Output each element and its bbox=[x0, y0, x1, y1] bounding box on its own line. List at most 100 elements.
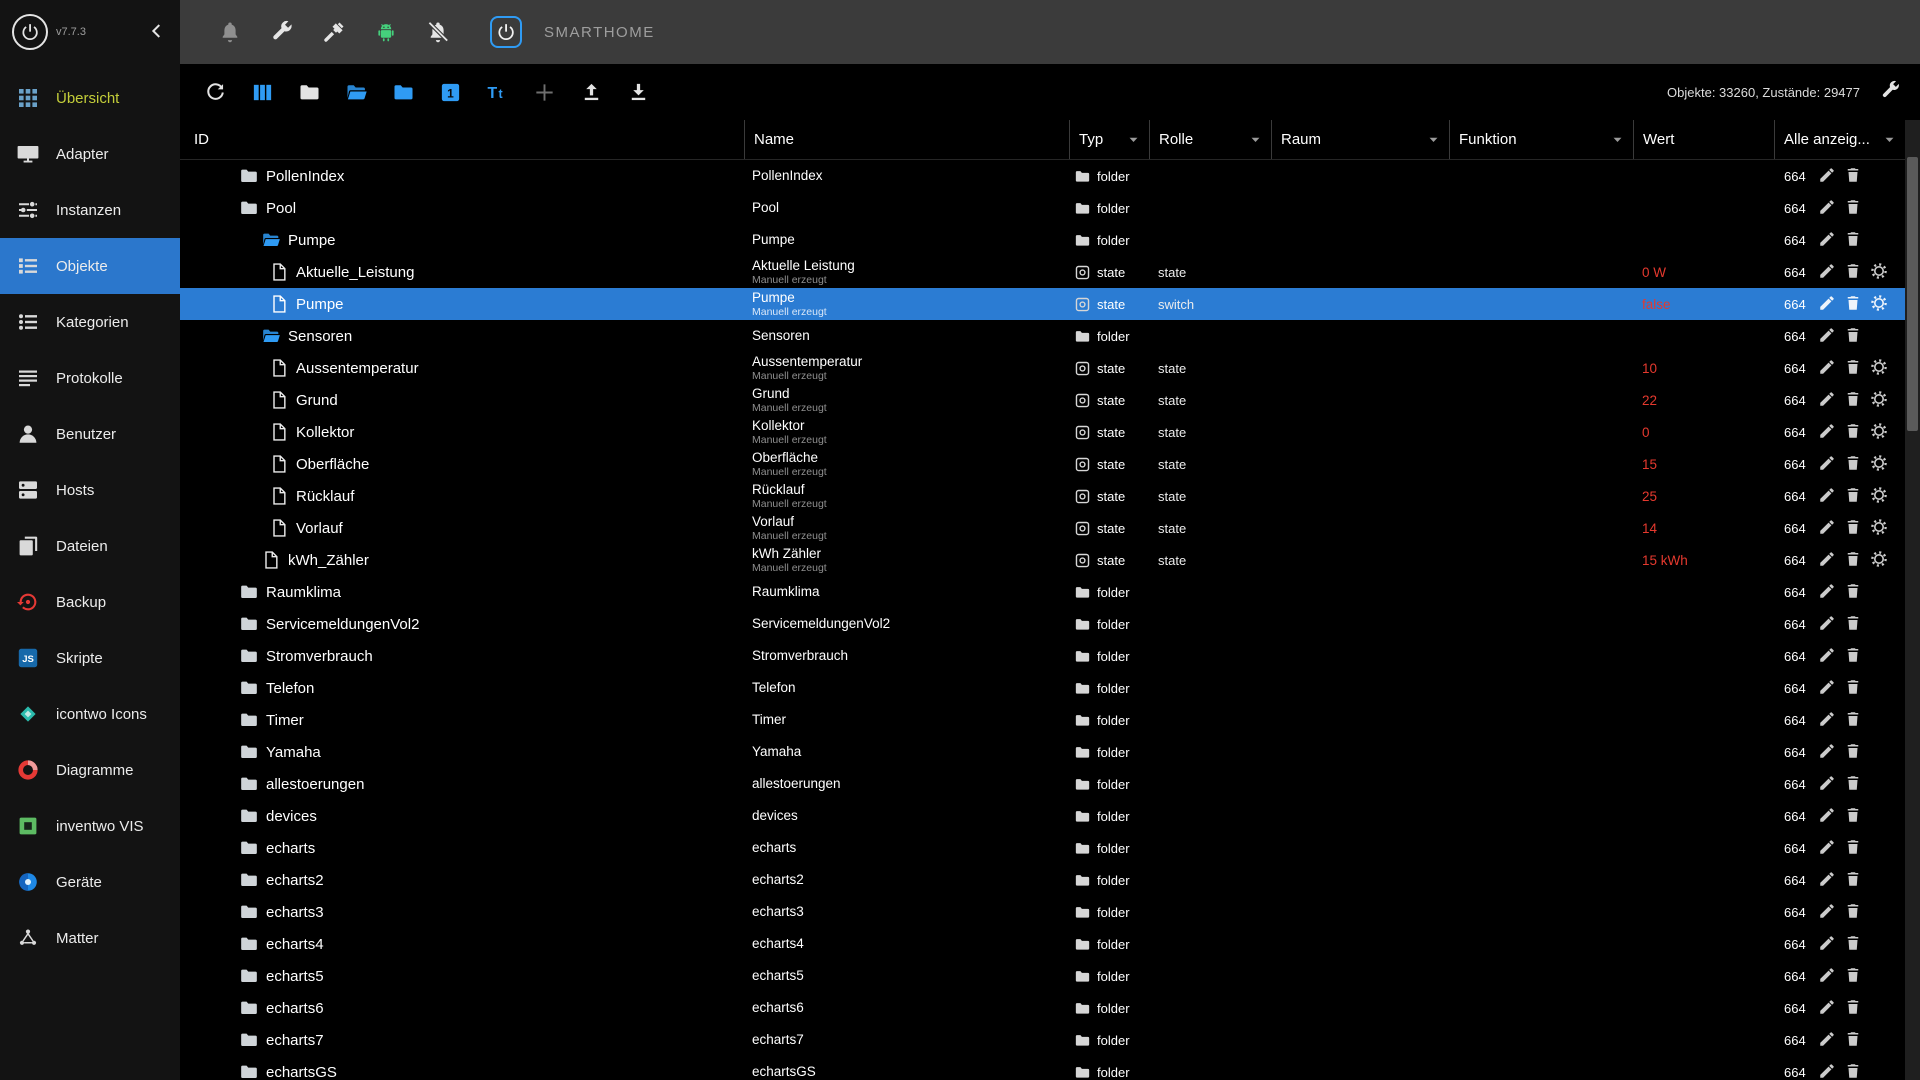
edit-object-button[interactable] bbox=[1817, 1030, 1837, 1050]
sidebar-item-inventwo-vis[interactable]: inventwo VIS bbox=[0, 798, 180, 854]
object-value-cell[interactable] bbox=[1633, 1056, 1774, 1080]
object-value-cell[interactable]: 15 kWh bbox=[1633, 544, 1774, 576]
column-settings-button[interactable] bbox=[1876, 78, 1904, 106]
object-row[interactable]: allestoerungen allestoerungen folder 664 bbox=[180, 768, 1905, 800]
delete-object-button[interactable] bbox=[1843, 966, 1863, 986]
delete-object-button[interactable] bbox=[1843, 710, 1863, 730]
object-value-cell[interactable]: false bbox=[1633, 288, 1774, 320]
object-row[interactable]: echarts4 echarts4 folder 664 bbox=[180, 928, 1905, 960]
edit-object-button[interactable] bbox=[1817, 294, 1837, 314]
edit-object-button[interactable] bbox=[1817, 486, 1837, 506]
delete-object-button[interactable] bbox=[1843, 518, 1863, 538]
object-row[interactable]: Kollektor Kollektor Manuell erzeugt stat… bbox=[180, 416, 1905, 448]
wrench-icon[interactable] bbox=[270, 20, 294, 44]
object-value-cell[interactable] bbox=[1633, 768, 1774, 800]
notifications-bell-icon[interactable] bbox=[218, 20, 242, 44]
delete-object-button[interactable] bbox=[1843, 262, 1863, 282]
object-row[interactable]: Yamaha Yamaha folder 664 bbox=[180, 736, 1905, 768]
sidebar-item-uebersicht[interactable]: Übersicht bbox=[0, 70, 180, 126]
sidebar-item-diagramme[interactable]: Diagramme bbox=[0, 742, 180, 798]
refresh-button[interactable] bbox=[192, 71, 239, 113]
object-settings-button[interactable] bbox=[1869, 422, 1889, 442]
delete-object-button[interactable] bbox=[1843, 1030, 1863, 1050]
edit-object-button[interactable] bbox=[1817, 358, 1837, 378]
delete-object-button[interactable] bbox=[1843, 934, 1863, 954]
delete-object-button[interactable] bbox=[1843, 358, 1863, 378]
object-settings-button[interactable] bbox=[1869, 486, 1889, 506]
delete-object-button[interactable] bbox=[1843, 326, 1863, 346]
sidebar-item-matter[interactable]: Matter bbox=[0, 910, 180, 966]
edit-object-button[interactable] bbox=[1817, 198, 1837, 218]
notifications-off-icon[interactable] bbox=[426, 20, 450, 44]
sidebar-item-instanzen[interactable]: Instanzen bbox=[0, 182, 180, 238]
object-row[interactable]: Pool Pool folder 664 bbox=[180, 192, 1905, 224]
delete-object-button[interactable] bbox=[1843, 390, 1863, 410]
object-value-cell[interactable] bbox=[1633, 672, 1774, 704]
object-row[interactable]: Pumpe Pumpe folder 664 bbox=[180, 224, 1905, 256]
edit-object-button[interactable] bbox=[1817, 422, 1837, 442]
object-value-cell[interactable]: 25 bbox=[1633, 480, 1774, 512]
object-row[interactable]: devices devices folder 664 bbox=[180, 800, 1905, 832]
edit-object-button[interactable] bbox=[1817, 262, 1837, 282]
object-value-cell[interactable]: 10 bbox=[1633, 352, 1774, 384]
object-row[interactable]: echarts echarts folder 664 bbox=[180, 832, 1905, 864]
object-row[interactable]: Pumpe Pumpe Manuell erzeugt state switch… bbox=[180, 288, 1905, 320]
sidebar-item-benutzer[interactable]: Benutzer bbox=[0, 406, 180, 462]
edit-object-button[interactable] bbox=[1817, 774, 1837, 794]
object-row[interactable]: echartsGS echartsGS folder 664 bbox=[180, 1056, 1905, 1080]
object-row[interactable]: Stromverbrauch Stromverbrauch folder 664 bbox=[180, 640, 1905, 672]
edit-object-button[interactable] bbox=[1817, 934, 1837, 954]
edit-object-button[interactable] bbox=[1817, 1062, 1837, 1080]
object-row[interactable]: ServicemeldungenVol2 ServicemeldungenVol… bbox=[180, 608, 1905, 640]
edit-object-button[interactable] bbox=[1817, 582, 1837, 602]
object-row[interactable]: Grund Grund Manuell erzeugt state state … bbox=[180, 384, 1905, 416]
tools-icon[interactable] bbox=[322, 20, 346, 44]
sidebar-item-icontwo-icons[interactable]: icontwo Icons bbox=[0, 686, 180, 742]
object-row[interactable]: Sensoren Sensoren folder 664 bbox=[180, 320, 1905, 352]
view-columns-button[interactable] bbox=[239, 71, 286, 113]
object-settings-button[interactable] bbox=[1869, 358, 1889, 378]
delete-object-button[interactable] bbox=[1843, 870, 1863, 890]
edit-object-button[interactable] bbox=[1817, 614, 1837, 634]
edit-object-button[interactable] bbox=[1817, 870, 1837, 890]
delete-object-button[interactable] bbox=[1843, 294, 1863, 314]
object-row[interactable]: echarts3 echarts3 folder 664 bbox=[180, 896, 1905, 928]
column-filter-room[interactable]: Raum bbox=[1271, 120, 1449, 159]
object-row[interactable]: echarts6 echarts6 folder 664 bbox=[180, 992, 1905, 1024]
object-value-cell[interactable]: 22 bbox=[1633, 384, 1774, 416]
edit-object-button[interactable] bbox=[1817, 998, 1837, 1018]
edit-object-button[interactable] bbox=[1817, 550, 1837, 570]
edit-object-button[interactable] bbox=[1817, 326, 1837, 346]
show-names-toggle-button[interactable] bbox=[474, 71, 521, 113]
edit-object-button[interactable] bbox=[1817, 902, 1837, 922]
delete-object-button[interactable] bbox=[1843, 422, 1863, 442]
object-row[interactable]: echarts5 echarts5 folder 664 bbox=[180, 960, 1905, 992]
edit-object-button[interactable] bbox=[1817, 166, 1837, 186]
object-settings-button[interactable] bbox=[1869, 550, 1889, 570]
sidebar-item-objekte[interactable]: Objekte bbox=[0, 238, 180, 294]
object-value-cell[interactable] bbox=[1633, 224, 1774, 256]
object-value-cell[interactable] bbox=[1633, 640, 1774, 672]
delete-object-button[interactable] bbox=[1843, 998, 1863, 1018]
add-object-button[interactable] bbox=[521, 71, 568, 113]
object-value-cell[interactable]: 14 bbox=[1633, 512, 1774, 544]
object-value-cell[interactable]: 0 W bbox=[1633, 256, 1774, 288]
delete-object-button[interactable] bbox=[1843, 838, 1863, 858]
object-row[interactable]: kWh_Zähler kWh Zähler Manuell erzeugt st… bbox=[180, 544, 1905, 576]
delete-object-button[interactable] bbox=[1843, 166, 1863, 186]
sidebar-item-adapter[interactable]: Adapter bbox=[0, 126, 180, 182]
object-value-cell[interactable] bbox=[1633, 608, 1774, 640]
columns-visibility-select[interactable]: Alle anzeig... bbox=[1774, 120, 1905, 159]
delete-object-button[interactable] bbox=[1843, 742, 1863, 762]
edit-object-button[interactable] bbox=[1817, 678, 1837, 698]
object-row[interactable]: Rücklauf Rücklauf Manuell erzeugt state … bbox=[180, 480, 1905, 512]
android-icon[interactable] bbox=[374, 20, 398, 44]
delete-object-button[interactable] bbox=[1843, 454, 1863, 474]
object-settings-button[interactable] bbox=[1869, 294, 1889, 314]
column-filter-role[interactable]: Rolle bbox=[1149, 120, 1271, 159]
export-objects-button[interactable] bbox=[568, 71, 615, 113]
object-row[interactable]: Oberfläche Oberfläche Manuell erzeugt st… bbox=[180, 448, 1905, 480]
object-row[interactable]: Raumklima Raumklima folder 664 bbox=[180, 576, 1905, 608]
object-settings-button[interactable] bbox=[1869, 262, 1889, 282]
object-value-cell[interactable] bbox=[1633, 928, 1774, 960]
